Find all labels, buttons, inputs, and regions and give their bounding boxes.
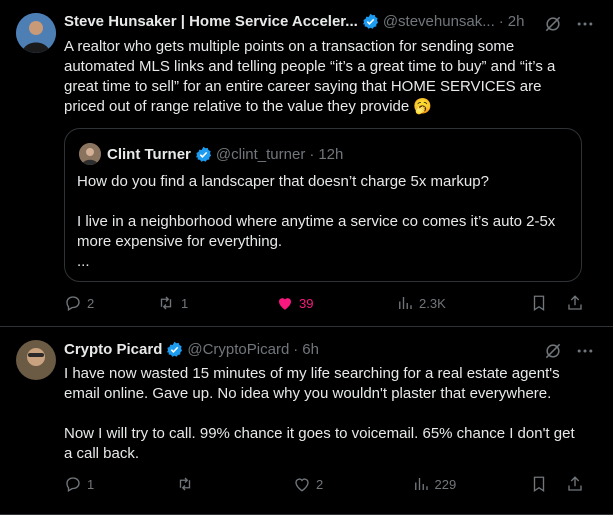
reply-count: 1 (87, 476, 95, 492)
verified-badge-icon (167, 341, 183, 357)
verified-badge-icon (195, 146, 211, 162)
separator-dot: · (309, 145, 315, 163)
repost-button[interactable] (175, 475, 293, 493)
share-icon[interactable] (566, 294, 584, 312)
timestamp[interactable]: 6h (302, 341, 319, 358)
bookmark-icon[interactable] (530, 475, 548, 493)
like-count: 39 (299, 295, 314, 311)
tweet-header: Crypto Picard @CryptoPicard · 6h (64, 341, 319, 358)
grok-icon[interactable] (543, 14, 563, 34)
author-handle[interactable]: @CryptoPicard (187, 341, 289, 358)
views-button[interactable]: 2.3K (396, 294, 516, 312)
avatar[interactable] (16, 13, 56, 53)
grok-icon[interactable] (543, 341, 563, 361)
views-chart-icon (414, 478, 428, 490)
quote-avatar-image (79, 143, 101, 165)
tweet-actions: 2 1 39 2.3K (64, 294, 584, 312)
verified-badge-icon (362, 13, 378, 29)
separator-dot: · (293, 341, 299, 358)
tweet-corner-actions (543, 341, 595, 361)
tweet-actions: 1 2 229 (64, 475, 584, 493)
reply-icon (66, 296, 80, 311)
share-icon[interactable] (566, 475, 584, 493)
reply-button[interactable]: 2 (64, 294, 156, 312)
tweet-text: A realtor who gets multiple points on a … (64, 38, 560, 115)
tweet-corner-actions (543, 14, 595, 34)
bookmark-icon[interactable] (530, 294, 548, 312)
separator-dot: · (498, 13, 504, 30)
timestamp[interactable]: 2h (508, 13, 525, 30)
quote-author-name: Clint Turner (107, 145, 191, 163)
share-actions (530, 475, 584, 493)
quoted-tweet[interactable]: Clint Turner @clint_turner · 12h How do … (64, 128, 582, 282)
reply-icon (66, 477, 80, 492)
quote-timestamp: 12h (318, 145, 344, 163)
avatar-image (16, 340, 56, 380)
heart-icon (295, 478, 309, 492)
avatar[interactable] (16, 340, 56, 380)
tweet[interactable]: Crypto Picard @CryptoPicard · 6h I have … (0, 327, 613, 515)
tweet[interactable]: Steve Hunsaker | Home Service Acceler...… (0, 0, 613, 327)
like-button[interactable]: 39 (276, 294, 396, 312)
view-count: 229 (434, 476, 457, 492)
quote-avatar (79, 143, 101, 165)
author-handle[interactable]: @stevehunsak... (383, 13, 495, 30)
share-actions (530, 294, 584, 312)
avatar-image (16, 13, 56, 53)
repost-button[interactable]: 1 (156, 294, 276, 312)
quote-header: Clint Turner @clint_turner · 12h (79, 143, 343, 165)
more-options-icon[interactable] (575, 341, 595, 361)
repost-icon (179, 477, 190, 491)
more-options-icon[interactable] (575, 14, 595, 34)
quote-author-handle: @clint_turner (215, 145, 306, 163)
like-count: 2 (316, 476, 324, 492)
tweet-header: Steve Hunsaker | Home Service Acceler...… (64, 13, 524, 30)
quote-text: How do you find a landscaper that doesn’… (77, 173, 556, 270)
views-chart-icon (399, 297, 412, 309)
repost-icon (160, 296, 172, 310)
author-name[interactable]: Crypto Picard (64, 341, 162, 358)
heart-filled-icon (279, 298, 291, 310)
view-count: 2.3K (419, 295, 446, 311)
reply-button[interactable]: 1 (64, 475, 175, 493)
repost-count: 1 (181, 295, 189, 311)
like-button[interactable]: 2 (293, 475, 411, 493)
author-name[interactable]: Steve Hunsaker | Home Service Acceler... (64, 13, 358, 30)
tweet-text: I have now wasted 15 minutes of my life … (64, 365, 575, 462)
reply-count: 2 (87, 295, 95, 311)
views-button[interactable]: 229 (412, 475, 530, 493)
